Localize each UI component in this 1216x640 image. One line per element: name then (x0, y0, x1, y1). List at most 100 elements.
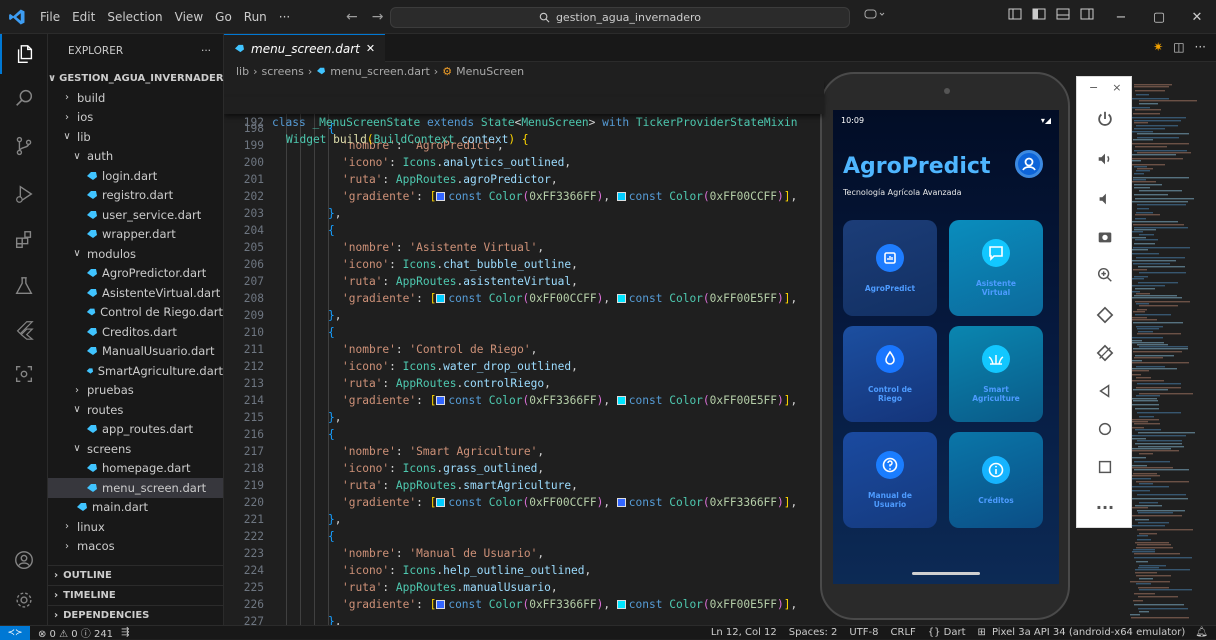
code-line[interactable]: 215}, (224, 409, 824, 426)
eol-status[interactable]: CRLF (891, 627, 916, 638)
toggle-panel-icon[interactable] (1056, 8, 1070, 20)
file-item[interactable]: login.dart (48, 166, 223, 186)
code-line[interactable]: 206 'icono': Icons.chat_bubble_outline, (224, 256, 824, 273)
code-line[interactable]: 212 'icono': Icons.water_drop_outlined, (224, 358, 824, 375)
home-circle-icon[interactable] (1077, 411, 1133, 447)
volume-down-icon[interactable] (1077, 181, 1133, 217)
profile-avatar-icon[interactable] (1015, 150, 1043, 178)
search-view-icon[interactable] (0, 78, 48, 118)
remote-indicator-icon[interactable]: ≺≻ (0, 625, 30, 640)
code-line[interactable]: 225 'ruta': AppRoutes.manualUsuario, (224, 579, 824, 596)
rotate-right-icon[interactable] (1077, 335, 1133, 371)
explorer-icon[interactable] (0, 34, 48, 74)
remote-explorer-icon[interactable] (0, 354, 48, 394)
minimize-window-icon[interactable]: − (1102, 10, 1140, 25)
tab-menu-screen[interactable]: menu_screen.dart ✕ (224, 34, 386, 62)
folder-item[interactable]: › ios (48, 108, 223, 128)
sticky-line-class[interactable]: 16 class _MenuScreenState extends State<… (224, 80, 824, 129)
file-item[interactable]: user_service.dart (48, 205, 223, 225)
code-line[interactable]: 208 'gradiente': [const Color(0xFF00CCFF)… (224, 290, 824, 307)
folder-item[interactable]: › linux (48, 517, 223, 537)
file-item[interactable]: homepage.dart (48, 459, 223, 479)
file-item[interactable]: ManualUsuario.dart (48, 342, 223, 362)
folder-item[interactable]: › macos (48, 537, 223, 557)
overview-square-icon[interactable] (1077, 449, 1133, 485)
forward-arrow-icon[interactable]: → (372, 9, 384, 25)
menu-card[interactable]: AgroPredict (843, 220, 937, 316)
sticky-line-build[interactable]: 192 Widget build(BuildContext context) { (224, 97, 824, 146)
emulator-more-icon[interactable]: ··· (1077, 489, 1133, 525)
tab-close-icon[interactable]: ✕ (366, 42, 375, 55)
code-line[interactable]: 221}, (224, 511, 824, 528)
zoom-in-icon[interactable] (1077, 257, 1133, 293)
code-line[interactable]: 220 'gradiente': [const Color(0xFF00CCFF)… (224, 494, 824, 511)
dependencies-section[interactable]: › DEPENDENCIES (48, 605, 224, 624)
close-window-icon[interactable]: ✕ (1178, 10, 1216, 25)
minimap[interactable] (1126, 80, 1206, 625)
menu-card[interactable]: Créditos (949, 432, 1043, 528)
code-line[interactable]: 226 'gradiente': [const Color(0xFF3366FF)… (224, 596, 824, 613)
toggle-secondary-sidebar-icon[interactable] (1080, 8, 1094, 20)
folder-item[interactable]: ∨ modulos (48, 244, 223, 264)
problems-status[interactable]: ⊗ 0 ⚠ 0 ⓘ 241 (38, 625, 113, 640)
phone-screen[interactable]: 10:09 ▾◢ AgroPredict Tecnología Agrícola… (833, 110, 1059, 584)
notifications-bell-icon[interactable]: 🔔︎ (1195, 627, 1208, 638)
encoding-status[interactable]: UTF-8 (849, 627, 878, 638)
file-item[interactable]: registro.dart (48, 186, 223, 206)
code-line[interactable]: 217 'nombre': 'Smart Agriculture', (224, 443, 824, 460)
flutter-hot-reload-icon[interactable]: ✷ (1153, 40, 1163, 54)
code-line[interactable]: 209}, (224, 307, 824, 324)
folder-item[interactable]: ∨ auth (48, 147, 223, 167)
code-line[interactable]: 218 'icono': Icons.grass_outlined, (224, 460, 824, 477)
flutter-icon[interactable] (0, 310, 48, 350)
timeline-section[interactable]: › TIMELINE (48, 585, 224, 604)
code-line[interactable]: 222 { (224, 528, 824, 545)
screenshot-camera-icon[interactable] (1077, 219, 1133, 255)
menu-card[interactable]: Control de Riego (843, 326, 937, 422)
source-control-icon[interactable] (0, 126, 48, 166)
code-line[interactable]: 202 'gradiente': [const Color(0xFF3366FF)… (224, 188, 824, 205)
menu-file[interactable]: File (34, 0, 66, 34)
outline-section[interactable]: › OUTLINE (48, 565, 224, 584)
file-item[interactable]: Control de Riego.dart (48, 303, 223, 323)
split-editor-icon[interactable]: ◫ (1173, 40, 1184, 54)
folder-item[interactable]: › build (48, 88, 223, 108)
code-line[interactable]: 213 'ruta': AppRoutes.controlRiego, (224, 375, 824, 392)
code-line[interactable]: 223 'nombre': 'Manual de Usuario', (224, 545, 824, 562)
breadcrumb-lib[interactable]: lib (236, 65, 249, 78)
maximize-window-icon[interactable]: ▢ (1140, 10, 1178, 25)
file-item[interactable]: menu_screen.dart (48, 478, 223, 498)
code-line[interactable]: 203}, (224, 205, 824, 222)
menu-view[interactable]: View (169, 0, 209, 34)
folder-item[interactable]: ∨ routes (48, 400, 223, 420)
extensions-icon[interactable] (0, 220, 48, 260)
code-line[interactable]: 204 { (224, 222, 824, 239)
rotate-left-icon[interactable] (1077, 297, 1133, 333)
file-item[interactable]: app_routes.dart (48, 420, 223, 440)
editor-more-icon[interactable]: ··· (1195, 40, 1206, 54)
command-center-search[interactable]: gestion_agua_invernadero (390, 7, 850, 28)
code-line[interactable]: 227}, (224, 613, 824, 625)
code-line[interactable]: 216 { (224, 426, 824, 443)
volume-up-icon[interactable] (1077, 141, 1133, 177)
run-debug-icon[interactable] (0, 174, 48, 214)
file-item[interactable]: wrapper.dart (48, 225, 223, 245)
code-line[interactable]: 207 'ruta': AppRoutes.asistenteVirtual, (224, 273, 824, 290)
file-item[interactable]: Creditos.dart (48, 322, 223, 342)
folder-item[interactable]: ∨ screens (48, 439, 223, 459)
account-icon[interactable] (0, 540, 48, 580)
code-line[interactable]: 211 'nombre': 'Control de Riego', (224, 341, 824, 358)
language-mode[interactable]: {} Dart (928, 627, 966, 638)
file-item[interactable]: AgroPredictor.dart (48, 264, 223, 284)
folder-item[interactable]: › pruebas (48, 381, 223, 401)
menu-edit[interactable]: Edit (66, 0, 101, 34)
menu-go[interactable]: Go (209, 0, 238, 34)
back-arrow-icon[interactable]: ← (346, 9, 358, 25)
settings-gear-icon[interactable] (0, 580, 48, 620)
back-triangle-icon[interactable] (1077, 373, 1133, 409)
power-icon[interactable] (1077, 101, 1133, 137)
menu-card[interactable]: Manual de Usuario (843, 432, 937, 528)
gesture-home-bar[interactable] (912, 572, 980, 575)
breadcrumb-class[interactable]: MenuScreen (456, 65, 524, 78)
folder-item[interactable]: ∨ lib (48, 127, 223, 147)
